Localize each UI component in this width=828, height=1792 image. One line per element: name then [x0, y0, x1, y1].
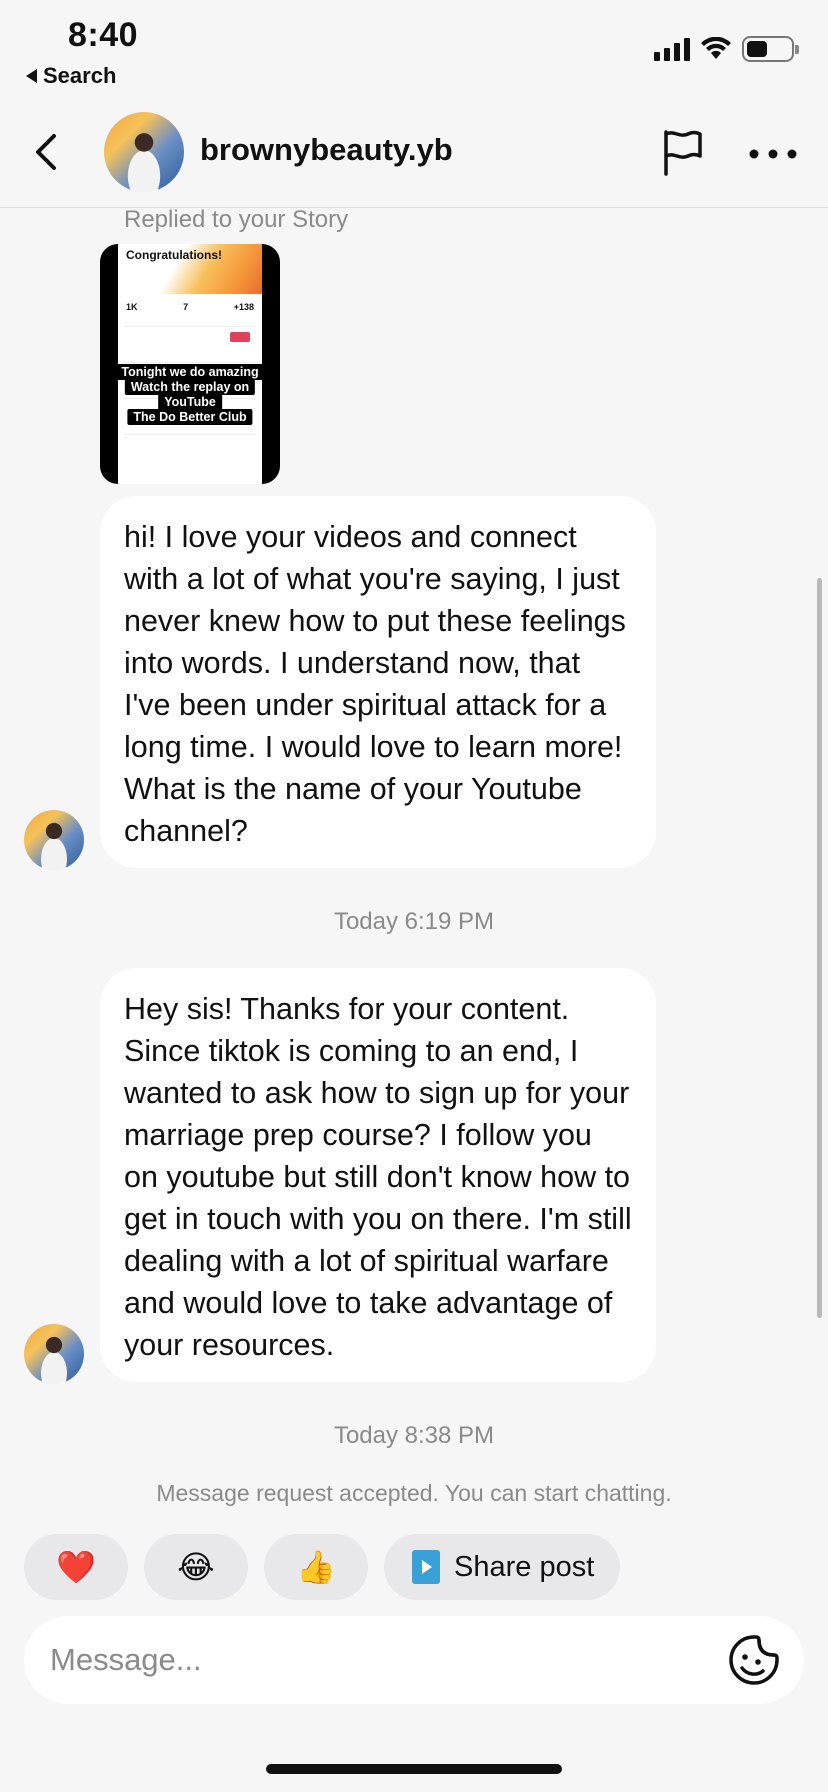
thumbs-up-reaction-button[interactable]: 👍	[264, 1534, 368, 1600]
battery-icon	[742, 36, 799, 62]
share-post-icon	[412, 1550, 440, 1584]
message-bubble[interactable]: Hey sis! Thanks for your content. Since …	[100, 968, 656, 1382]
message-timestamp: Today 6:19 PM	[333, 908, 495, 935]
story-overlay-line: YouTube	[158, 394, 222, 410]
share-post-button[interactable]: Share post	[384, 1534, 621, 1600]
system-message: Message request accepted. You can start …	[156, 1480, 672, 1506]
chat-username[interactable]: brownybeauty.yb	[200, 132, 453, 168]
heart-reaction-button[interactable]: ❤️	[24, 1534, 128, 1600]
flag-icon[interactable]	[660, 128, 704, 176]
story-overlay-line: Tonight we do amazing	[115, 364, 265, 380]
message-timestamp: Today 8:38 PM	[333, 1422, 495, 1449]
story-overlay-line: Watch the replay on	[124, 379, 256, 395]
share-post-label: Share post	[454, 1550, 595, 1583]
sender-avatar[interactable]	[24, 810, 84, 870]
sticker-icon[interactable]	[728, 1634, 780, 1686]
back-to-app-label: Search	[43, 63, 117, 88]
wifi-icon	[701, 37, 731, 59]
message-input[interactable]	[50, 1616, 690, 1704]
story-overlay-line: The Do Better Club	[127, 409, 253, 425]
more-options-icon[interactable]	[748, 148, 798, 160]
back-to-app-link[interactable]: Search	[26, 63, 116, 89]
scrollbar[interactable]	[817, 578, 822, 1318]
message-bubble[interactable]: hi! I love your videos and connect with …	[100, 496, 656, 868]
status-time: 8:40	[68, 16, 139, 54]
story-banner-title: Congratulations!	[126, 248, 222, 262]
system-icons	[654, 36, 799, 62]
story-thumbnail[interactable]: Congratulations! 1K 7 +138 Tonight we do…	[100, 244, 280, 484]
cellular-signal-icon	[654, 37, 690, 61]
profile-avatar[interactable]	[104, 112, 184, 192]
laugh-reaction-button[interactable]: 😂	[144, 1534, 248, 1600]
back-triangle-icon	[26, 69, 37, 83]
back-arrow-icon[interactable]	[28, 130, 64, 174]
status-bar: 8:40 Search	[0, 0, 828, 96]
story-reply-label: Replied to your Story	[124, 206, 349, 233]
message-composer	[24, 1616, 804, 1704]
home-indicator	[266, 1764, 562, 1774]
quick-reply-row: ❤️ 😂 👍 Share post	[24, 1534, 621, 1600]
chat-header: brownybeauty.yb	[0, 100, 828, 208]
sender-avatar[interactable]	[24, 1324, 84, 1384]
story-stats: 1K 7 +138	[126, 302, 254, 312]
